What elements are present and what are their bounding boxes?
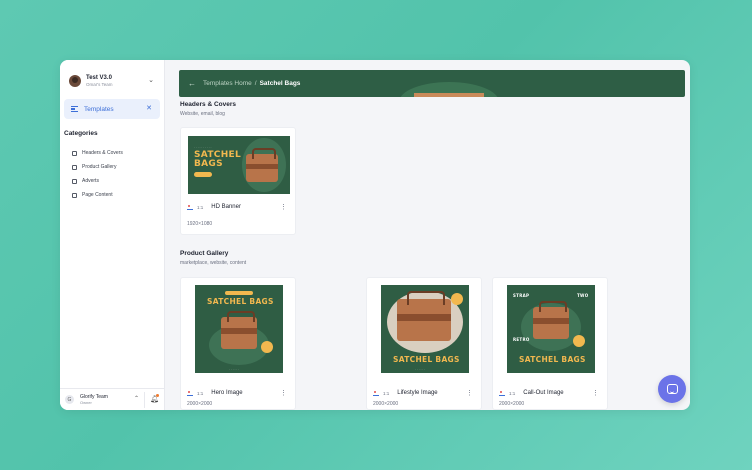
breadcrumb-current: Satchel Bags xyxy=(259,80,301,87)
section-subtitle: Website, email, blog xyxy=(180,111,225,117)
card-dimensions: 2000×2000 xyxy=(499,401,525,407)
template-thumbnail[interactable]: STRAP TWO RETRO SATCHEL BAGS xyxy=(507,285,595,373)
templates-icon xyxy=(71,106,78,112)
image-icon xyxy=(187,390,193,396)
category-label: Page Content xyxy=(82,192,113,198)
category-item-product-gallery[interactable]: Product Gallery xyxy=(72,160,123,174)
bag-image xyxy=(533,300,569,339)
sidebar-footer: G Glorify Team Owner ⌃ 🔔︎ xyxy=(60,388,165,410)
header-banner: ← Templates Home / Satchel Bags xyxy=(179,70,685,97)
template-card-hero-image[interactable]: SATCHEL BAGS · · · · · · 1:1 Hero Image … xyxy=(180,277,296,410)
chevron-up-icon[interactable]: ⌃ xyxy=(134,395,139,402)
bag-image xyxy=(397,290,451,341)
org-avatar: G xyxy=(65,395,74,404)
back-arrow-icon[interactable]: ← xyxy=(188,79,196,88)
template-thumbnail[interactable]: SATCHEL BAGS · · · · · · xyxy=(195,285,283,373)
thumbnail-title: SATCHEL BAGS xyxy=(207,297,274,306)
section-subtitle: marketplace, website, content xyxy=(180,260,247,266)
thumbnail-footer: · · · · · · xyxy=(229,367,240,371)
checkbox-icon[interactable] xyxy=(72,150,77,156)
checkbox-icon[interactable] xyxy=(72,164,77,170)
org-role: Owner xyxy=(80,399,92,405)
app-window: Test V3.0 Omar's Team ⌄ Templates ✕ Cate… xyxy=(60,60,690,410)
banner-decoration xyxy=(414,93,484,97)
card-dimensions: 1920×1080 xyxy=(187,221,213,227)
image-icon xyxy=(499,390,505,396)
team-subtitle: Omar's Team xyxy=(86,81,113,87)
sidebar-item-templates[interactable]: Templates ✕ xyxy=(64,99,160,119)
sidebar: Test V3.0 Omar's Team ⌄ Templates ✕ Cate… xyxy=(60,60,165,410)
image-icon xyxy=(187,204,193,210)
template-thumbnail[interactable]: · · · · · · · · · · SATCHEL BAGS xyxy=(188,136,290,194)
card-name: Call-Out Image xyxy=(523,390,564,396)
template-thumbnail[interactable]: SATCHEL BAGS · · · · · · xyxy=(381,285,469,373)
card-meta: 1:1 Call-Out Image xyxy=(499,390,564,396)
card-name: Hero Image xyxy=(211,390,243,396)
thumbnail-title: SATCHEL BAGS xyxy=(519,355,586,364)
category-item-adverts[interactable]: Adverts xyxy=(72,174,123,188)
card-ratio: 1:1 xyxy=(383,390,390,396)
category-label: Adverts xyxy=(82,178,99,184)
template-card-hd-banner[interactable]: · · · · · · · · · · SATCHEL BAGS 1:1 HD … xyxy=(180,127,296,235)
category-item-headers-covers[interactable]: Headers & Covers xyxy=(72,146,123,160)
thumbnail-cta xyxy=(225,291,253,295)
team-switcher[interactable]: Test V3.0 Omar's Team ⌄ xyxy=(64,68,160,94)
card-dimensions: 2000×2000 xyxy=(373,401,399,407)
divider xyxy=(144,392,145,408)
chat-icon xyxy=(666,384,678,394)
close-icon[interactable]: ✕ xyxy=(146,104,152,112)
kebab-menu-icon[interactable]: ⋮ xyxy=(280,204,287,211)
team-avatar-icon xyxy=(69,75,81,87)
thumbnail-badge xyxy=(573,335,585,347)
card-meta: 1:1 Lifestyle Image xyxy=(373,390,438,396)
thumbnail-footer: · · · · · · xyxy=(415,367,426,371)
kebab-menu-icon[interactable]: ⋮ xyxy=(280,390,287,397)
breadcrumb-separator: / xyxy=(254,80,257,87)
category-label: Product Gallery xyxy=(82,164,117,170)
card-name: HD Banner xyxy=(211,204,241,210)
org-name: Glorify Team xyxy=(80,393,108,400)
notification-dot xyxy=(156,394,159,397)
sidebar-item-label: Templates xyxy=(84,105,114,113)
template-card-lifestyle-image[interactable]: SATCHEL BAGS · · · · · · 1:1 Lifestyle I… xyxy=(366,277,482,410)
org-switcher[interactable]: Glorify Team Owner xyxy=(80,393,108,405)
card-dimensions: 2000×2000 xyxy=(187,401,213,407)
card-meta: 1:1 Hero Image xyxy=(187,390,243,396)
template-card-call-out-image[interactable]: STRAP TWO RETRO SATCHEL BAGS 1:1 Call-Ou… xyxy=(492,277,608,410)
card-meta: 1:1 HD Banner xyxy=(187,204,241,210)
callout-label-right: TWO xyxy=(577,293,589,298)
thumbnail-cta xyxy=(194,172,212,177)
thumbnail-title: SATCHEL BAGS xyxy=(393,355,460,364)
thumbnail-tagline: · · · · · · · · · · xyxy=(194,145,212,149)
kebab-menu-icon[interactable]: ⋮ xyxy=(592,390,599,397)
team-name: Test V3.0 xyxy=(86,74,112,81)
breadcrumb-home-link[interactable]: Templates Home xyxy=(203,80,252,87)
kebab-menu-icon[interactable]: ⋮ xyxy=(466,390,473,397)
thumbnail-badge xyxy=(451,293,463,305)
callout-label-left: STRAP xyxy=(513,293,530,298)
card-name: Lifestyle Image xyxy=(397,390,438,396)
category-item-page-content[interactable]: Page Content xyxy=(72,188,123,202)
main-content: ← Templates Home / Satchel Bags Headers … xyxy=(165,60,690,410)
card-ratio: 1:1 xyxy=(197,390,204,396)
thumbnail-title: SATCHEL BAGS xyxy=(194,150,242,169)
checkbox-icon[interactable] xyxy=(72,192,77,198)
chat-launcher-button[interactable] xyxy=(658,375,686,403)
team-text: Test V3.0 Omar's Team xyxy=(86,75,113,88)
image-icon xyxy=(373,390,379,396)
callout-label-bottom: RETRO xyxy=(513,337,530,342)
categories-title: Categories xyxy=(64,130,98,137)
chevron-down-icon[interactable]: ⌄ xyxy=(148,76,154,84)
bag-image xyxy=(221,310,257,349)
card-ratio: 1:1 xyxy=(197,204,204,210)
bag-image xyxy=(246,148,278,182)
thumbnail-badge xyxy=(261,341,273,353)
card-ratio: 1:1 xyxy=(509,390,516,396)
section-title: Headers & Covers xyxy=(180,101,236,108)
section-title: Product Gallery xyxy=(180,250,229,257)
category-label: Headers & Covers xyxy=(82,150,123,156)
checkbox-icon[interactable] xyxy=(72,178,77,184)
category-list: Headers & Covers Product Gallery Adverts… xyxy=(72,146,123,202)
